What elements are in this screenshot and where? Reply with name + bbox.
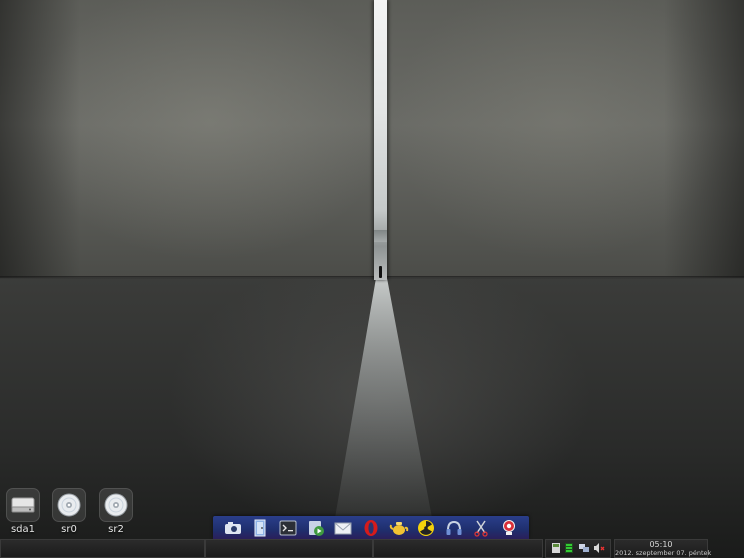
wallpaper-sea bbox=[374, 230, 387, 242]
clock-date: 2012. szeptember 07. péntek bbox=[615, 549, 712, 557]
wallpaper-light-beam bbox=[335, 278, 432, 518]
taskbar-segment-2[interactable] bbox=[205, 539, 373, 558]
opera-browser-icon[interactable] bbox=[361, 518, 381, 538]
taskbar-segment-1[interactable] bbox=[0, 539, 205, 558]
optical-disc-icon bbox=[52, 488, 86, 522]
headphones-icon[interactable] bbox=[444, 518, 464, 538]
desktop-wallpaper bbox=[0, 0, 744, 558]
file-manager-door-icon[interactable] bbox=[250, 518, 270, 538]
desktop-icon-sda1[interactable]: sda1 bbox=[1, 488, 45, 535]
wallpaper-horizon bbox=[0, 276, 744, 279]
scissors-tool-icon[interactable] bbox=[471, 518, 491, 538]
desktop-icon-sr2[interactable]: sr2 bbox=[94, 488, 138, 535]
screenshot-camera-icon[interactable] bbox=[223, 518, 243, 538]
wallpaper-wall bbox=[0, 0, 744, 278]
volume-muted-icon[interactable] bbox=[593, 539, 605, 558]
system-tray bbox=[545, 539, 611, 558]
optical-disc-icon bbox=[99, 488, 133, 522]
taskbar-segment-3[interactable] bbox=[373, 539, 543, 558]
wall-shade-left bbox=[0, 0, 80, 278]
desktop-icon-sr0[interactable]: sr0 bbox=[47, 488, 91, 535]
window-manager-icon[interactable] bbox=[551, 539, 561, 558]
media-player-icon[interactable] bbox=[306, 518, 326, 538]
mail-envelope-icon[interactable] bbox=[333, 518, 353, 538]
application-dock bbox=[213, 516, 529, 539]
desktop-icon-label: sr0 bbox=[61, 524, 77, 535]
radiation-icon[interactable] bbox=[416, 518, 436, 538]
terminal-icon[interactable] bbox=[278, 518, 298, 538]
wallpaper-figure bbox=[379, 266, 382, 278]
panel-clock[interactable]: 05:10 2012. szeptember 07. péntek bbox=[614, 539, 712, 558]
webcam-icon[interactable] bbox=[499, 518, 519, 538]
wall-shade-right bbox=[664, 0, 744, 278]
teapot-icon[interactable] bbox=[389, 518, 409, 538]
clock-time: 05:10 bbox=[649, 540, 673, 549]
hard-drive-icon bbox=[6, 488, 40, 522]
desktop-icon-label: sda1 bbox=[10, 524, 36, 535]
network-icon[interactable] bbox=[578, 539, 590, 558]
desktop-icon-label: sr2 bbox=[108, 524, 124, 535]
battery-green-icon[interactable] bbox=[564, 539, 574, 558]
